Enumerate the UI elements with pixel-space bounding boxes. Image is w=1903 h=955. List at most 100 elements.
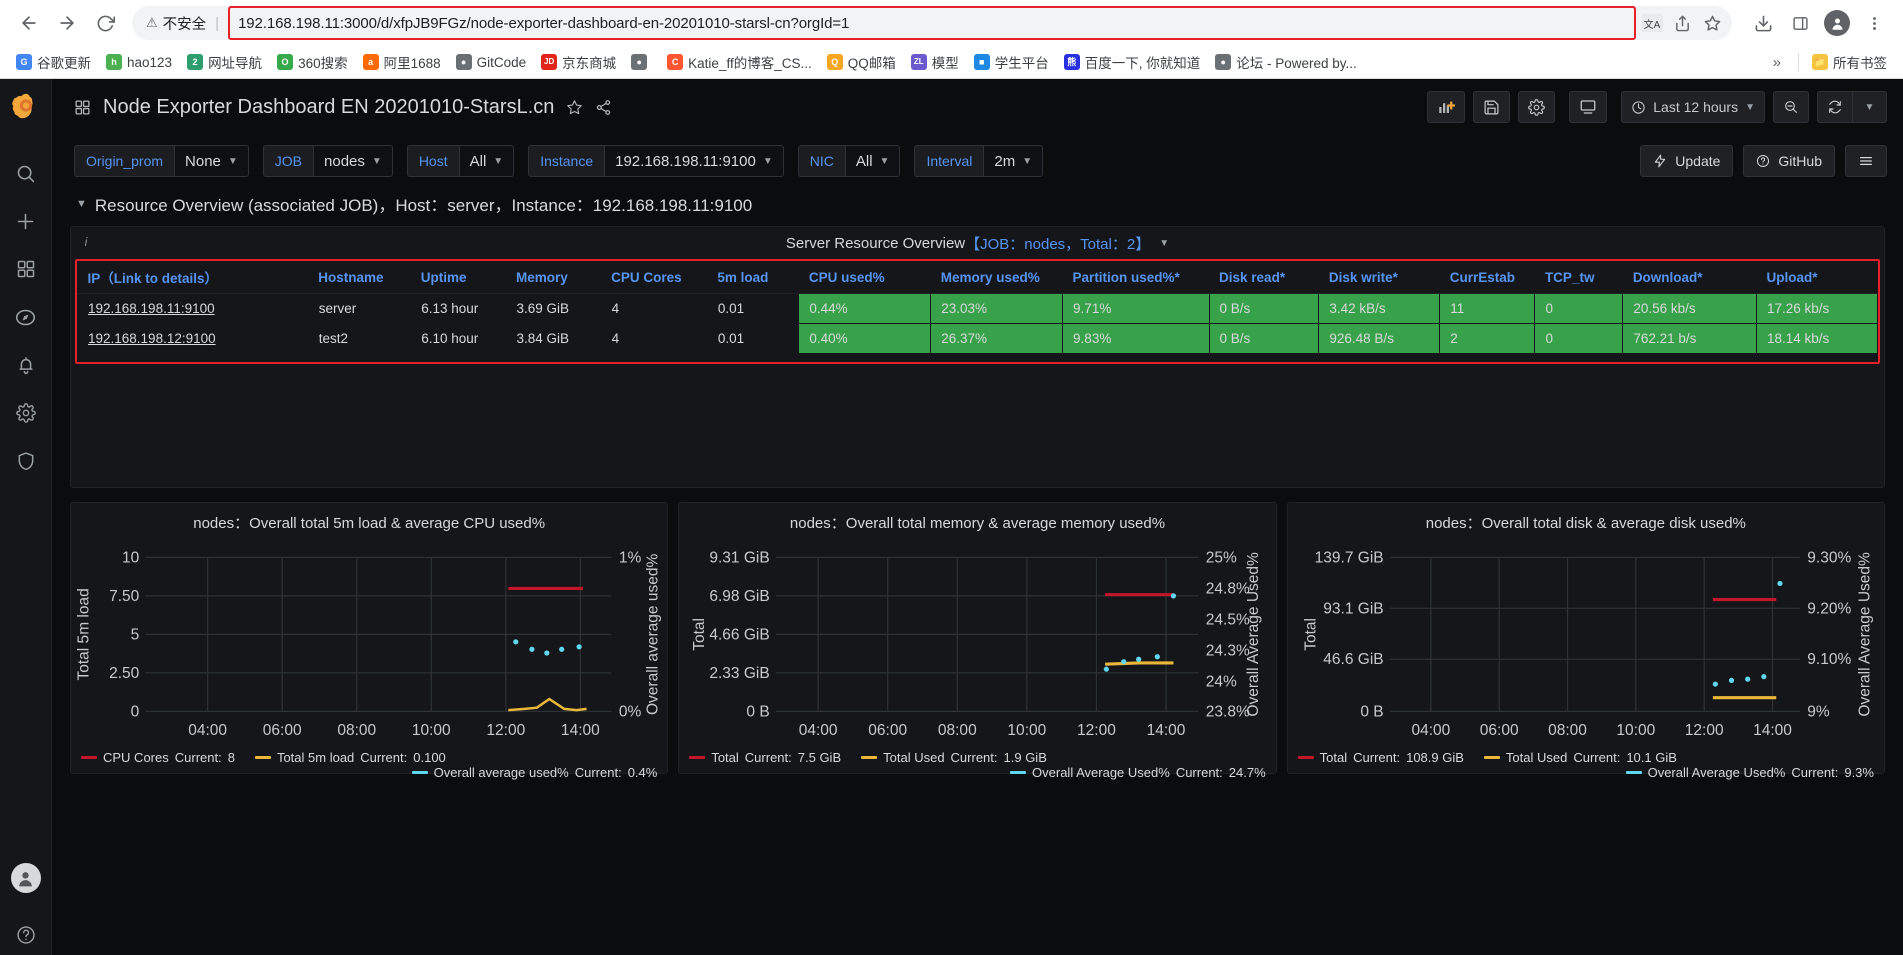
ip-link[interactable]: 192.168.198.11:9100 (88, 301, 215, 316)
variable-value[interactable]: 2m ▼ (984, 145, 1044, 177)
col-tcp-tw[interactable]: TCP_tw (1534, 261, 1623, 294)
bookmark-item[interactable]: O 360搜索 (271, 49, 354, 75)
variable-value[interactable]: 192.168.198.11:9100 ▼ (605, 145, 784, 177)
legend-item-cpu-cores[interactable]: CPU Cores Current: 8 (81, 750, 235, 765)
variable-instance[interactable]: Instance 192.168.198.11:9100 ▼ (528, 145, 784, 177)
save-dashboard-icon[interactable] (1473, 91, 1511, 123)
col-5m-load[interactable]: 5m load (707, 261, 799, 294)
legend-item-overall-average-used[interactable]: Overall average used% Current: 0.4% (411, 765, 657, 780)
cpu-load-plot[interactable]: 10 7.50 5 2.50 0 1% 0% 04:00 06:00 08:00… (71, 535, 667, 746)
legend-item-total-used[interactable]: Total Used Current: 10.1 GiB (1483, 750, 1677, 765)
grafana-logo-icon[interactable] (6, 87, 46, 127)
row-header[interactable]: ▼ Resource Overview (associated JOB)，Hos… (52, 187, 1903, 226)
add-panel-icon[interactable] (1427, 91, 1466, 123)
share-icon[interactable] (1668, 9, 1696, 37)
legend-item-overall-average-used[interactable]: Overall Average Used% Current: 9.3% (1625, 765, 1874, 780)
url-input[interactable]: 192.168.198.11:3000/d/xfpJB9FGz/node-exp… (228, 6, 1636, 40)
legend-item-total[interactable]: Total Current: 7.5 GiB (689, 750, 841, 765)
forward-arrow-icon[interactable] (50, 6, 84, 40)
user-avatar-icon[interactable] (10, 863, 41, 893)
time-range-picker[interactable]: Last 12 hours ▼ (1621, 91, 1765, 123)
col-memory-used[interactable]: Memory used% (930, 261, 1063, 294)
memory-plot[interactable]: 9.31 GiB 6.98 GiB 4.66 GiB 2.33 GiB 0 B … (679, 535, 1275, 746)
sidebar-item-create[interactable] (5, 197, 47, 245)
share-dashboard-icon[interactable] (595, 99, 612, 116)
col-uptime[interactable]: Uptime (410, 261, 506, 294)
col-ip[interactable]: IP（Link to details） (77, 261, 309, 294)
variable-value[interactable]: None ▼ (175, 145, 249, 177)
sidebar-item-search[interactable] (5, 149, 47, 197)
download-icon[interactable] (1746, 6, 1780, 40)
page-title[interactable]: Node Exporter Dashboard EN 20201010-Star… (103, 96, 554, 119)
chevron-down-icon[interactable]: ▼ (1159, 238, 1169, 249)
github-button[interactable]: GitHub (1743, 145, 1835, 177)
omnibox[interactable]: ⚠ 不安全 | 192.168.198.11:3000/d/xfpJB9FGz/… (132, 6, 1732, 40)
legend-item-total[interactable]: Total Current: 108.9 GiB (1297, 750, 1464, 765)
legend-item-overall-average-used[interactable]: Overall Average Used% Current: 24.7% (1010, 765, 1266, 780)
col-hostname[interactable]: Hostname (308, 261, 411, 294)
bookmark-item[interactable]: G 谷歌更新 (10, 49, 97, 75)
ip-link[interactable]: 192.168.198.12:9100 (88, 331, 216, 346)
variable-value[interactable]: All ▼ (459, 145, 515, 177)
bookmark-item[interactable]: h hao123 (100, 51, 178, 73)
col-disk-write[interactable]: Disk write* (1318, 261, 1440, 294)
disk-plot[interactable]: 139.7 GiB 93.1 GiB 46.6 GiB 0 B 9.30% 9.… (1288, 535, 1884, 746)
back-arrow-icon[interactable] (12, 6, 46, 40)
col-currestab[interactable]: CurrEstab (1439, 261, 1535, 294)
bookmark-item[interactable]: Q QQ邮箱 (821, 49, 902, 75)
star-icon[interactable] (1698, 9, 1726, 37)
security-indicator[interactable]: ⚠ 不安全 (146, 13, 206, 34)
bookmark-item[interactable]: 熊百度一下, 你就知道 (1058, 49, 1207, 75)
variable-interval[interactable]: Interval 2m ▼ (914, 145, 1044, 177)
bookmark-item[interactable]: ■ 学生平台 (968, 49, 1055, 75)
bookmark-item[interactable]: 2 网址导航 (181, 49, 268, 75)
side-panel-icon[interactable] (1783, 6, 1817, 40)
bookmark-item[interactable]: a 阿里1688 (357, 49, 447, 75)
col-memory[interactable]: Memory (505, 261, 602, 294)
variable-job[interactable]: JOB nodes ▼ (262, 145, 393, 177)
zoom-out-time-range-icon[interactable] (1773, 91, 1809, 123)
variable-host[interactable]: Host All ▼ (406, 145, 515, 177)
three-dot-menu-icon[interactable] (1857, 6, 1891, 40)
col-disk-read[interactable]: Disk read* (1209, 261, 1319, 294)
col-cpu-used[interactable]: CPU used% (798, 261, 931, 294)
sidebar-item-explore[interactable] (5, 293, 47, 341)
sidebar-item-dashboards[interactable] (5, 245, 47, 293)
bookmark-item[interactable]: ● (625, 51, 658, 73)
hamburger-menu-icon[interactable] (1845, 145, 1887, 177)
refresh-icon[interactable] (1817, 91, 1853, 123)
cell-ip[interactable]: 192.168.198.12:9100 (77, 323, 309, 354)
cycle-view-mode-icon[interactable] (1569, 91, 1608, 123)
sidebar-item-configuration[interactable] (5, 389, 47, 437)
col-cpu-cores[interactable]: CPU Cores (601, 261, 708, 294)
reload-icon[interactable] (88, 6, 122, 40)
cell-ip[interactable]: 192.168.198.11:9100 (77, 293, 309, 324)
all-bookmarks-button[interactable]: 📁 所有书签 (1806, 49, 1893, 75)
sidebar-item-alerting[interactable] (5, 341, 47, 389)
col-partition-used[interactable]: Partition used%* (1062, 261, 1210, 294)
legend-item-total-used[interactable]: Total Used Current: 1.9 GiB (861, 750, 1047, 765)
bookmark-item[interactable]: C Katie_ff的博客_CS... (661, 49, 818, 75)
variable-value[interactable]: All ▼ (845, 145, 901, 177)
bookmark-item[interactable]: ● 论坛 - Powered by... (1209, 49, 1363, 75)
variable-value[interactable]: nodes ▼ (314, 145, 393, 177)
bookmarks-overflow-button[interactable]: » (1763, 54, 1791, 71)
col-upload[interactable]: Upload* (1756, 261, 1878, 294)
profile-icon[interactable] (1820, 6, 1854, 40)
panel-info-icon[interactable]: i (78, 234, 94, 250)
dashboard-settings-icon[interactable] (1518, 91, 1556, 123)
refresh-interval-chevron-icon[interactable]: ▼ (1853, 91, 1887, 123)
legend-item-total-5m-load[interactable]: Total 5m load Current: 0.100 (254, 750, 446, 765)
translate-icon[interactable]: 文A (1638, 9, 1666, 37)
bookmark-item[interactable]: ZL 模型 (905, 49, 965, 75)
bookmark-item[interactable]: ● GitCode (450, 51, 533, 73)
sidebar-item-server-admin[interactable] (5, 437, 47, 485)
bookmark-item[interactable]: JD 京东商城 (535, 49, 622, 75)
star-favorite-icon[interactable] (566, 99, 583, 116)
chevron-down-icon[interactable]: ▼ (76, 198, 87, 210)
update-button[interactable]: Update (1640, 145, 1734, 177)
variable-origin-prom[interactable]: Origin_prom None ▼ (74, 145, 249, 177)
col-download[interactable]: Download* (1622, 261, 1757, 294)
variable-nic[interactable]: NIC All ▼ (797, 145, 901, 177)
help-question-icon[interactable] (5, 915, 47, 955)
